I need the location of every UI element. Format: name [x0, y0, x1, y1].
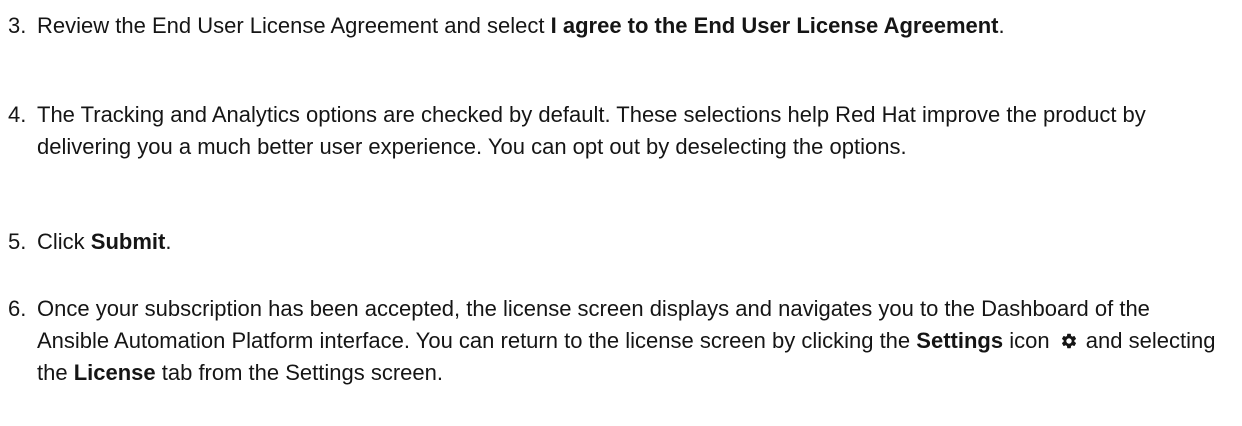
submit-label: Submit	[90, 229, 166, 254]
step-4: 4. The Tracking and Analytics options ar…	[0, 99, 1230, 163]
document-page: 3. Review the End User License Agreement…	[0, 0, 1242, 426]
step-number: 3.	[8, 13, 27, 38]
settings-label: Settings	[916, 328, 1004, 353]
step-number: 5.	[8, 229, 27, 254]
step-text: Review the End User License Agreement an…	[37, 13, 1005, 38]
license-tab-label: License	[73, 360, 156, 385]
gear-icon	[1061, 333, 1076, 349]
step-6: 6. Once your subscription has been accep…	[0, 293, 1230, 389]
step-text: Once your subscription has been accepted…	[37, 296, 1216, 385]
eula-agree-label: I agree to the End User License Agreemen…	[550, 13, 999, 38]
step-3: 3. Review the End User License Agreement…	[0, 10, 1230, 42]
step-5: 5. Click Submit.	[0, 226, 1230, 258]
step-text: The Tracking and Analytics options are c…	[37, 102, 1146, 159]
step-text: Click Submit.	[37, 229, 172, 254]
step-number: 6.	[8, 296, 27, 321]
step-number: 4.	[8, 102, 27, 127]
